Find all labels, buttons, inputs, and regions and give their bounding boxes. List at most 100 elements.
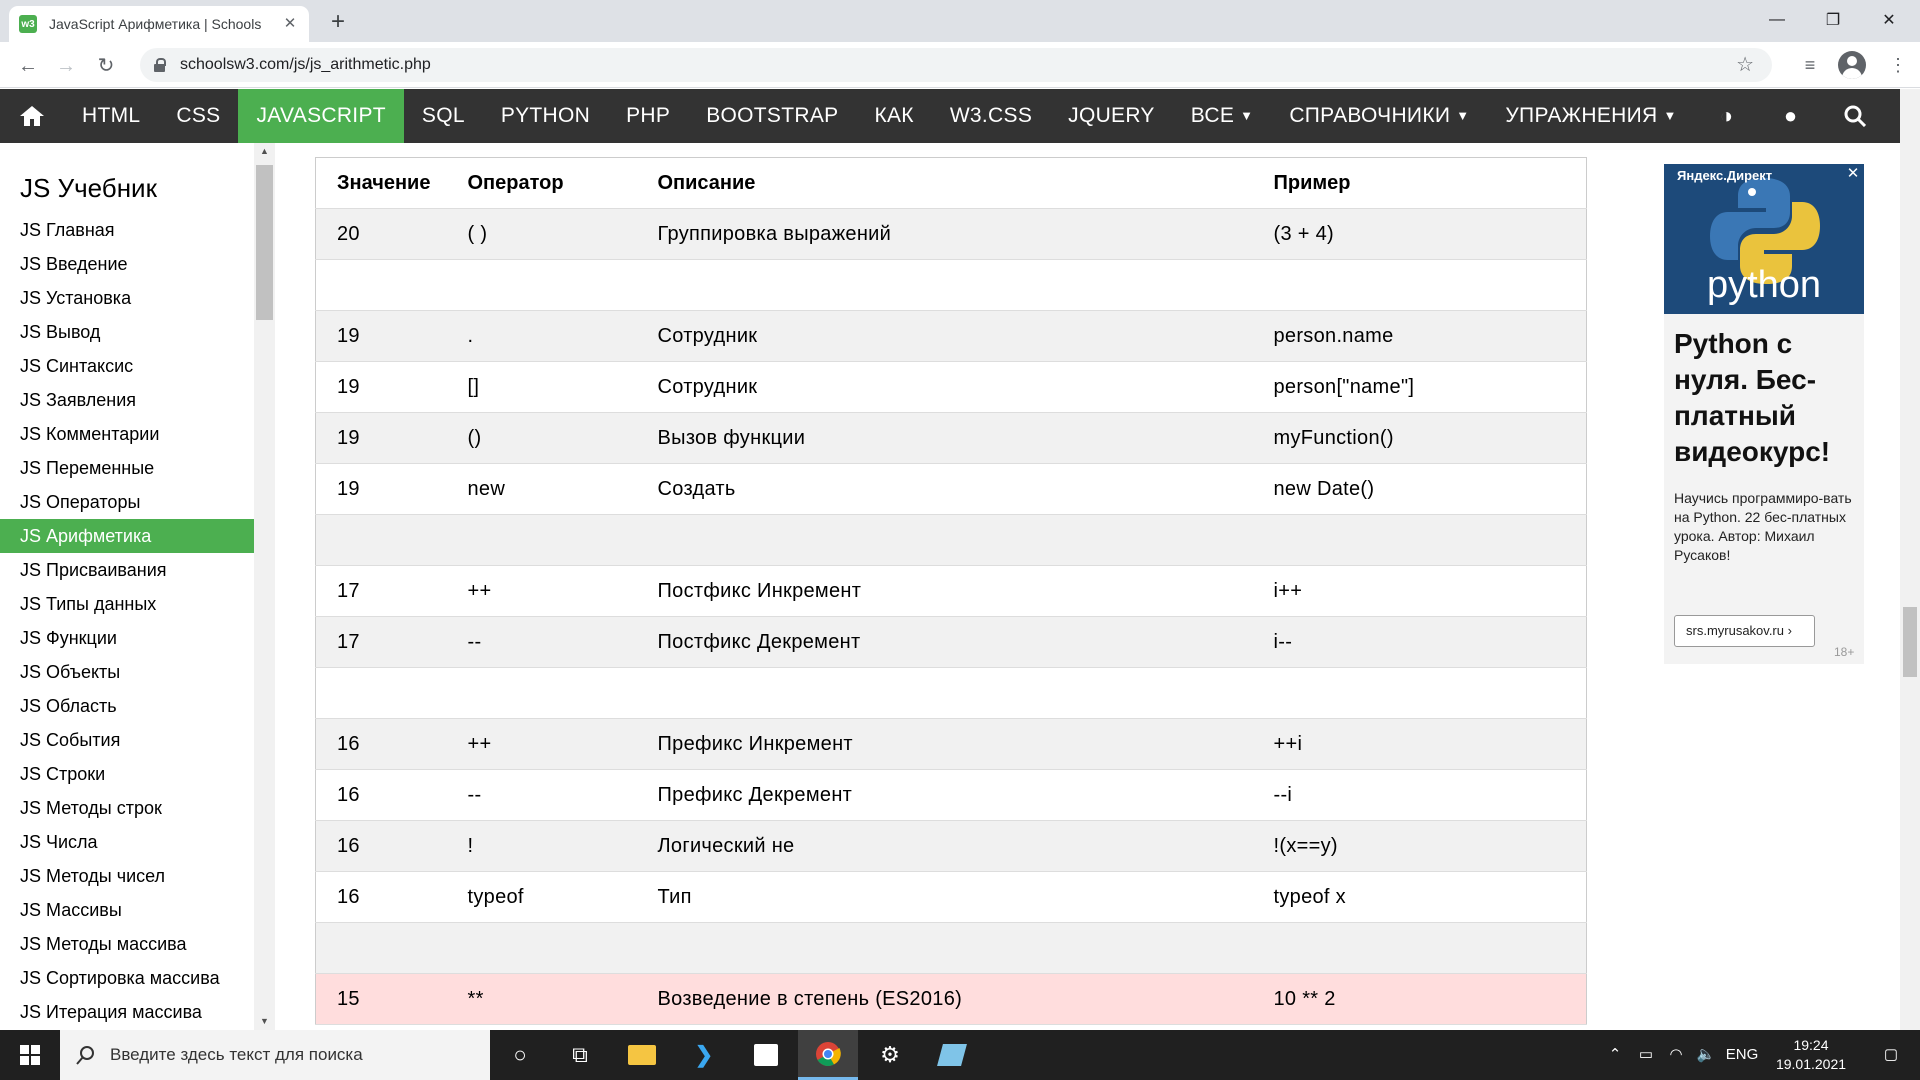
bookmark-star-icon[interactable]: ☆	[1736, 52, 1754, 77]
sidebar-item[interactable]: JS Итерация массива	[0, 995, 254, 1029]
language-indicator[interactable]: ENG	[1722, 1030, 1762, 1080]
lock-icon[interactable]	[154, 58, 166, 72]
sidebar-item[interactable]: JS Типы данных	[0, 587, 254, 621]
cell-operator: **	[446, 973, 637, 1025]
table-row: 19[] Сотрудник person["name"]	[315, 361, 1587, 413]
cortana-icon[interactable]: ○	[490, 1030, 550, 1080]
sidebar-item[interactable]: JS Сортировка массива	[0, 961, 254, 995]
start-button[interactable]	[0, 1030, 60, 1080]
nav-exercises-dropdown[interactable]: УПРАЖНЕНИЯ ▼	[1487, 89, 1694, 143]
cell-value: 15	[315, 973, 447, 1025]
volume-icon[interactable]: 🔈	[1692, 1030, 1720, 1080]
sidebar-item[interactable]: JS Операторы	[0, 485, 254, 519]
nav-bootstrap[interactable]: BOOTSTRAP	[688, 89, 856, 143]
sidebar-item[interactable]: JS Объекты	[0, 655, 254, 689]
sidebar-item[interactable]: JS События	[0, 723, 254, 757]
search-button[interactable]	[1823, 89, 1887, 143]
chrome-icon[interactable]	[798, 1030, 858, 1080]
sidebar-item[interactable]: JS Установка	[0, 281, 254, 315]
sidebar-list: JS Главная JS Введение JS Установка JS Выво…	[0, 213, 254, 1029]
notifications-icon[interactable]: ▢	[1862, 1030, 1920, 1080]
address-bar[interactable]: schoolsw3.com/js/js_arithmetic.php ☆	[140, 48, 1772, 82]
close-window-button[interactable]: ✕	[1862, 0, 1916, 40]
sidebar-item[interactable]: JS Присваивания	[0, 553, 254, 587]
ad-link-button[interactable]: srs.myrusakov.ru ›	[1674, 615, 1815, 647]
table-row: 19. Сотрудник person.name	[315, 310, 1587, 362]
reload-button[interactable]: ↻	[92, 52, 120, 80]
page-scroll-thumb[interactable]	[1903, 607, 1917, 677]
page-scrollbar[interactable]	[1900, 89, 1920, 1030]
sidebar-item[interactable]: JS Комментарии	[0, 417, 254, 451]
cell-operator: ()	[446, 412, 637, 464]
nav-html[interactable]: HTML	[64, 89, 158, 143]
battery-icon[interactable]: ▭	[1632, 1030, 1660, 1080]
sidebar-item[interactable]: JS Методы чисел	[0, 859, 254, 893]
nav-references-label: СПРАВОЧНИКИ	[1289, 104, 1451, 127]
minimize-button[interactable]: —	[1750, 0, 1804, 40]
header-value: Значение	[315, 157, 447, 209]
sidebar-item[interactable]: JS Числа	[0, 825, 254, 859]
nav-sql[interactable]: SQL	[404, 89, 483, 143]
sidebar-item[interactable]: JS Заявления	[0, 383, 254, 417]
forward-button[interactable]: →	[52, 52, 80, 80]
notepad-app-icon[interactable]	[922, 1030, 982, 1080]
store-icon[interactable]	[736, 1030, 796, 1080]
sidebar-item[interactable]: JS Арифметика	[0, 519, 254, 553]
sidebar: JS Учебник JS Главная JS Введение JS Устан…	[0, 143, 275, 1030]
cell-example: (3 + 4)	[1252, 208, 1587, 260]
tray-chevron-up-icon[interactable]: ⌃	[1602, 1030, 1628, 1080]
sidebar-item[interactable]: JS Функции	[0, 621, 254, 655]
taskbar-search-box[interactable]: Введите здесь текст для поиска	[60, 1030, 490, 1080]
nav-css[interactable]: CSS	[158, 89, 238, 143]
ad-close-icon[interactable]: ✕	[1845, 166, 1861, 182]
sidebar-item[interactable]: JS Вывод	[0, 315, 254, 349]
theme-toggle-button[interactable]: ◑	[1695, 89, 1759, 143]
nav-php[interactable]: PHP	[608, 89, 688, 143]
header-operator: Оператор	[446, 157, 637, 209]
sidebar-item[interactable]: JS Строки	[0, 757, 254, 791]
sidebar-item[interactable]: JS Методы строк	[0, 791, 254, 825]
sidebar-scrollbar[interactable]: ▲ ▼	[254, 143, 275, 1030]
caret-down-icon: ▼	[1456, 108, 1470, 124]
sidebar-item[interactable]: JS Синтаксис	[0, 349, 254, 383]
cell-example: i--	[1252, 616, 1587, 668]
nav-jquery[interactable]: JQUERY	[1050, 89, 1173, 143]
ad-image[interactable]: Яндекс.Директ ✕ python	[1664, 164, 1864, 314]
close-tab-icon[interactable]: ✕	[281, 15, 299, 33]
back-button[interactable]: ←	[14, 52, 42, 80]
ad-headline[interactable]: Python с нуля. Бес-платный видеокурс!	[1674, 326, 1860, 470]
nav-references-dropdown[interactable]: СПРАВОЧНИКИ ▼	[1271, 89, 1487, 143]
home-button[interactable]	[0, 89, 64, 143]
advertisement[interactable]: Яндекс.Директ ✕ python Python с нуля. Бе…	[1664, 164, 1864, 664]
settings-gear-icon[interactable]: ⚙	[860, 1030, 920, 1080]
new-tab-button[interactable]: +	[325, 9, 351, 35]
sidebar-item[interactable]: JS Введение	[0, 247, 254, 281]
reading-list-icon[interactable]: ≡	[1796, 51, 1824, 79]
sidebar-item[interactable]: JS Переменные	[0, 451, 254, 485]
url-text[interactable]: schoolsw3.com/js/js_arithmetic.php	[180, 56, 431, 74]
vscode-icon[interactable]: ❯	[674, 1030, 734, 1080]
nav-all-dropdown[interactable]: ВСЕ ▼	[1173, 89, 1272, 143]
menu-icon[interactable]: ⋮	[1884, 51, 1912, 79]
browser-tab[interactable]: w3 JavaScript Арифметика | Schools ✕	[9, 6, 309, 42]
nav-javascript[interactable]: JAVASCRIPT	[238, 89, 404, 143]
sidebar-item[interactable]: JS Методы массива	[0, 927, 254, 961]
sidebar-item[interactable]: JS Главная	[0, 213, 254, 247]
nav-how-to[interactable]: КАК	[856, 89, 931, 143]
translate-button[interactable]: ●	[1759, 89, 1823, 143]
maximize-button[interactable]: ❐	[1806, 0, 1860, 40]
sidebar-item[interactable]: JS Массивы	[0, 893, 254, 927]
nav-w3css[interactable]: W3.CSS	[932, 89, 1050, 143]
file-explorer-icon[interactable]	[612, 1030, 672, 1080]
cell-example: person.name	[1252, 310, 1587, 362]
profile-avatar[interactable]	[1838, 51, 1866, 79]
scroll-up-arrow-icon[interactable]: ▲	[254, 143, 275, 160]
wifi-icon[interactable]: ◠	[1662, 1030, 1690, 1080]
taskbar-clock[interactable]: 19:24 19.01.2021	[1765, 1036, 1857, 1074]
sidebar-item[interactable]: JS Область	[0, 689, 254, 723]
cell-operator: --	[446, 616, 637, 668]
sidebar-scroll-thumb[interactable]	[256, 165, 273, 320]
nav-python[interactable]: PYTHON	[483, 89, 608, 143]
scroll-down-arrow-icon[interactable]: ▼	[254, 1013, 275, 1030]
task-view-icon[interactable]: ⧉	[550, 1030, 610, 1080]
